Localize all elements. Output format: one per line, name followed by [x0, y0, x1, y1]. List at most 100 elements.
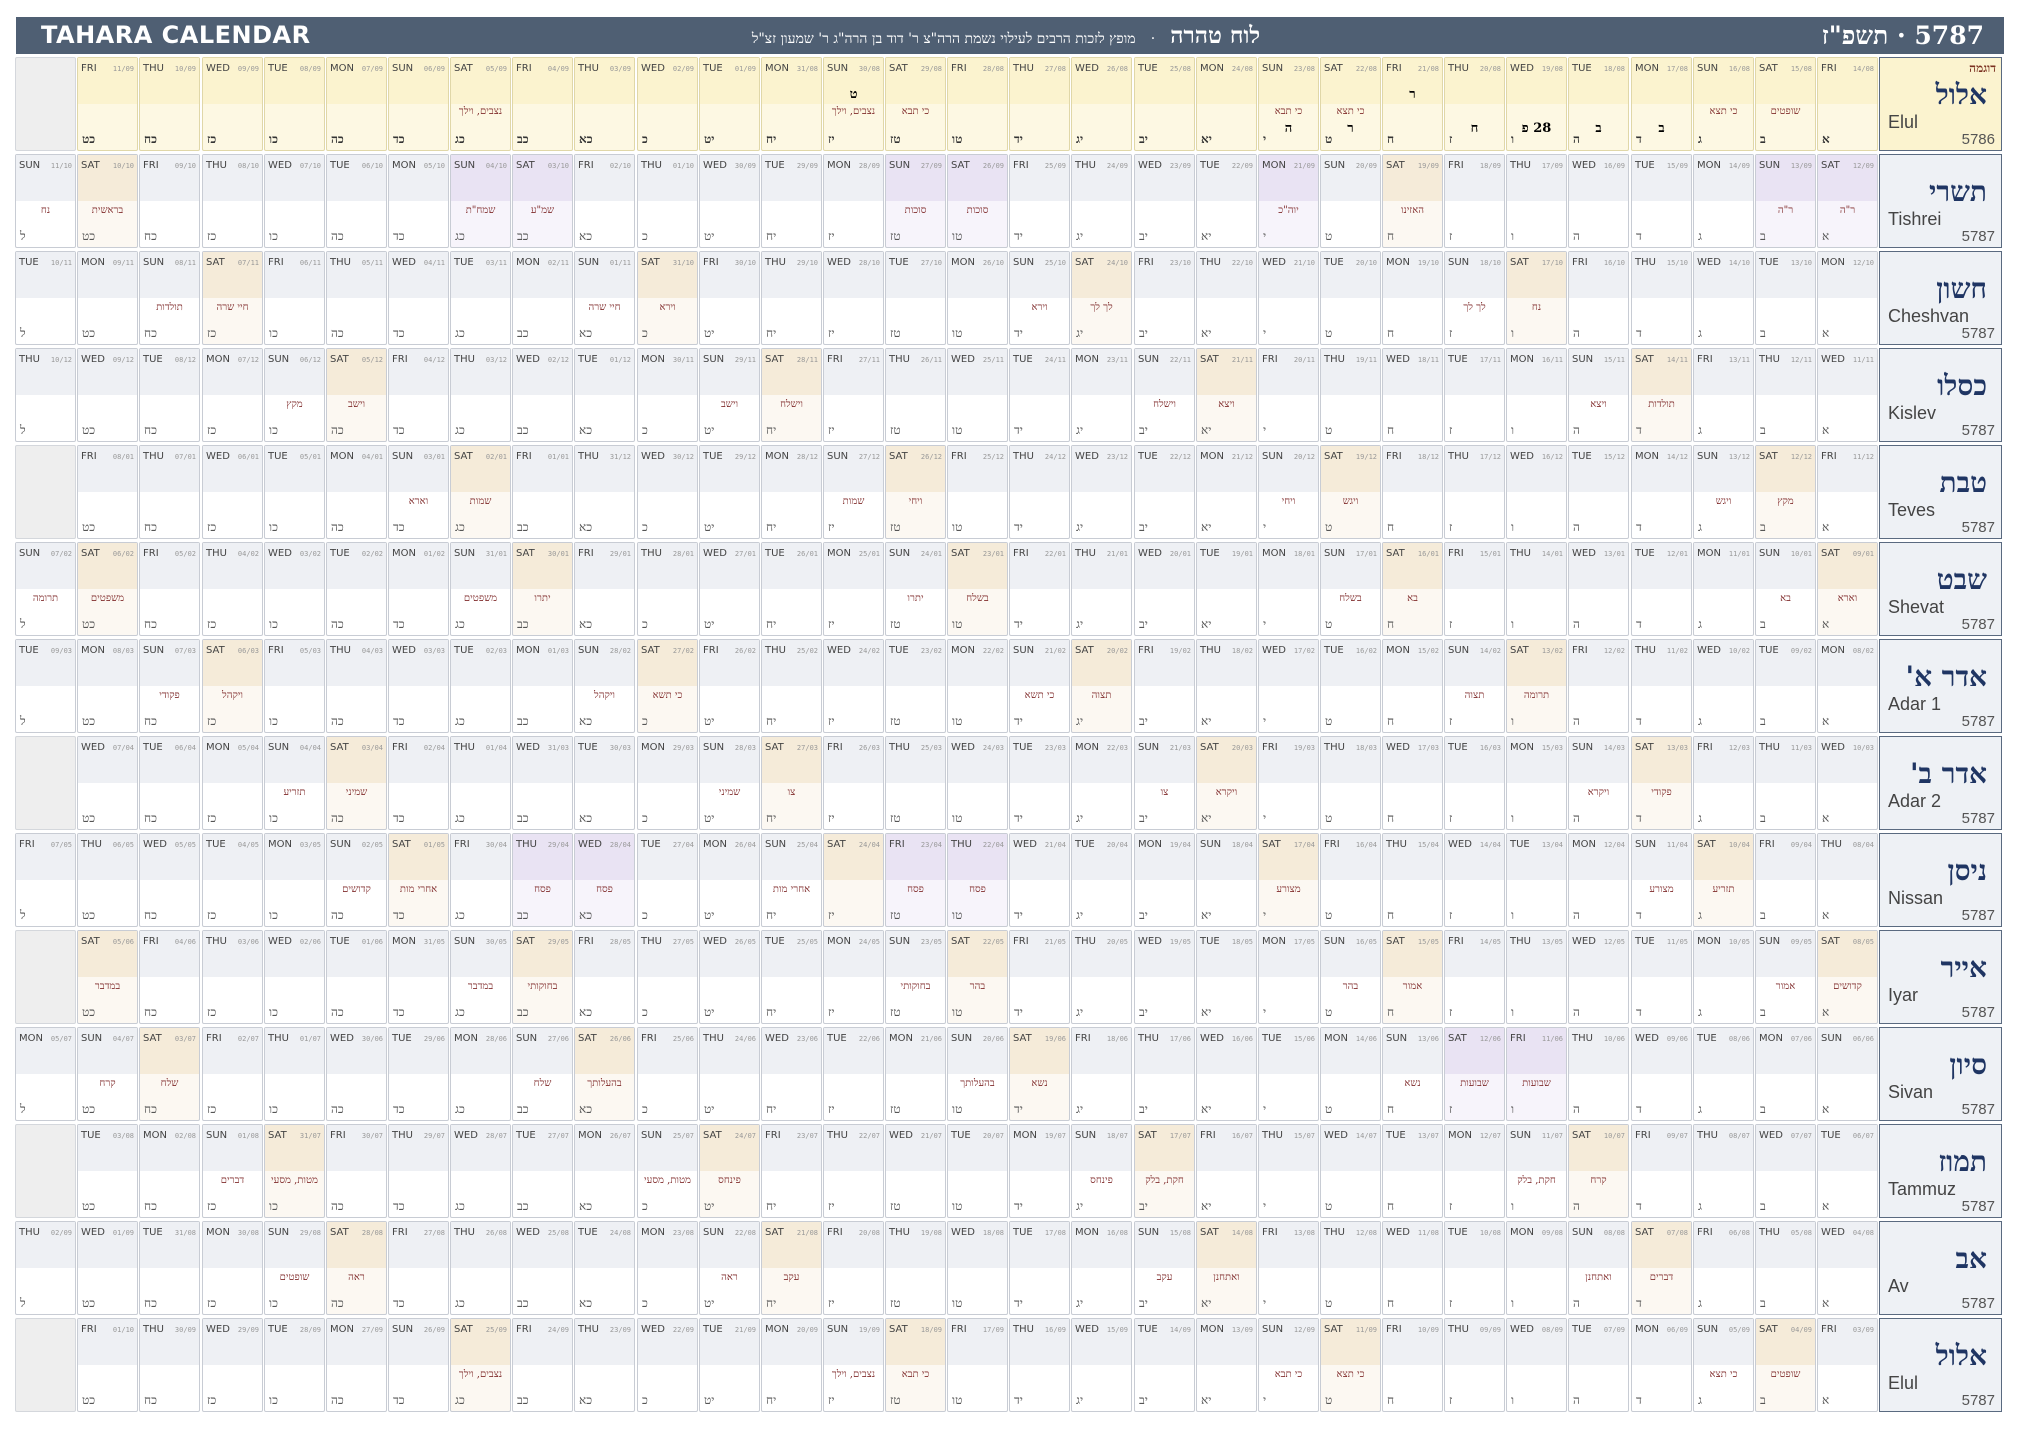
day-cell[interactable]: THU 24/06 יט: [699, 1027, 760, 1121]
day-cell[interactable]: SUN 16/08 כי תצא ג: [1693, 57, 1754, 151]
day-cell[interactable]: SAT 06/02 משפטים כט: [77, 542, 138, 636]
day-cell[interactable]: MON 30/11 כ: [637, 348, 698, 442]
day-cell[interactable]: TUE 20/07 טו: [947, 1124, 1008, 1218]
day-cell[interactable]: SUN 20/06 בהעלותך טו: [947, 1027, 1008, 1121]
day-cell[interactable]: MON 08/02 א: [1817, 639, 1878, 733]
day-cell[interactable]: SUN 11/10 נח ל: [15, 154, 76, 248]
day-cell[interactable]: SAT 22/05 בהר טו: [947, 930, 1008, 1024]
day-cell[interactable]: THU 20/05 יג: [1071, 930, 1132, 1024]
day-cell[interactable]: SUN 20/09 ט: [1320, 154, 1381, 248]
day-cell[interactable]: TUE 15/12 ה: [1568, 445, 1629, 539]
day-cell[interactable]: SAT 12/12 מקץ ב: [1755, 445, 1816, 539]
day-cell[interactable]: TUE 15/09 ד: [1631, 154, 1692, 248]
day-cell[interactable]: WED 17/02 י: [1258, 639, 1319, 733]
day-cell[interactable]: WED 26/05 יט: [699, 930, 760, 1024]
day-cell[interactable]: THU 10/09 כח: [139, 57, 200, 151]
day-cell[interactable]: WED 24/03 טו: [947, 736, 1008, 830]
day-cell[interactable]: SAT 05/06 במדבר כט: [77, 930, 138, 1024]
day-cell[interactable]: WED 09/06 ד: [1631, 1027, 1692, 1121]
day-cell[interactable]: FRI 21/08 ר ח: [1382, 57, 1443, 151]
day-cell[interactable]: TUE 19/01 יא: [1196, 542, 1257, 636]
day-cell[interactable]: SUN 27/12 שמות יז: [823, 445, 884, 539]
day-cell[interactable]: THU 31/12 כא: [574, 445, 635, 539]
day-cell[interactable]: FRI 17/09 טו: [947, 1318, 1008, 1412]
day-cell[interactable]: WED 25/11 טו: [947, 348, 1008, 442]
day-cell[interactable]: WED 07/07 ב: [1755, 1124, 1816, 1218]
day-cell[interactable]: SAT 04/09 שופטים ב: [1755, 1318, 1816, 1412]
day-cell[interactable]: SUN 17/01 בשלח ט: [1320, 542, 1381, 636]
day-cell[interactable]: FRI 24/09 כב: [512, 1318, 573, 1412]
day-cell[interactable]: SUN 27/06 שלח כב: [512, 1027, 573, 1121]
day-cell[interactable]: MON 21/12 יא: [1196, 445, 1257, 539]
day-cell[interactable]: SUN 05/09 כי תצא ג: [1693, 1318, 1754, 1412]
day-cell[interactable]: FRI 09/07 ד: [1631, 1124, 1692, 1218]
day-cell[interactable]: WED 28/07 כג: [450, 1124, 511, 1218]
day-cell[interactable]: TUE 22/06 יז: [823, 1027, 884, 1121]
day-cell[interactable]: FRI 19/03 י: [1258, 736, 1319, 830]
day-cell[interactable]: WED 08/09 ו: [1506, 1318, 1567, 1412]
day-cell[interactable]: WED 14/07 ט: [1320, 1124, 1381, 1218]
day-cell[interactable]: THU 05/11 כה: [326, 251, 387, 345]
day-cell[interactable]: WED 25/08 כב: [512, 1221, 573, 1315]
day-cell[interactable]: WED 04/08 א: [1817, 1221, 1878, 1315]
day-cell[interactable]: SUN 25/10 וירא יד: [1009, 251, 1070, 345]
day-cell[interactable]: SAT 05/09 נצבים, וילך כג: [450, 57, 511, 151]
day-cell[interactable]: SAT 29/08 כי תבא טז: [885, 57, 946, 151]
day-cell[interactable]: THU 03/12 כג: [450, 348, 511, 442]
day-cell[interactable]: TUE 21/09 יט: [699, 1318, 760, 1412]
day-cell[interactable]: SAT 24/10 לך לך יג: [1071, 251, 1132, 345]
day-cell[interactable]: TUE 15/06 י: [1258, 1027, 1319, 1121]
day-cell[interactable]: MON 16/08 יג: [1071, 1221, 1132, 1315]
day-cell[interactable]: SUN 08/11 תולדות כח: [139, 251, 200, 345]
day-cell[interactable]: MON 18/01 י: [1258, 542, 1319, 636]
day-cell[interactable]: WED 16/06 יא: [1196, 1027, 1257, 1121]
day-cell[interactable]: THU 29/04 פסח כב: [512, 833, 573, 927]
day-cell[interactable]: MON 24/05 יז: [823, 930, 884, 1024]
day-cell[interactable]: FRI 27/08 כד: [388, 1221, 449, 1315]
day-cell[interactable]: FRI 13/08 י: [1258, 1221, 1319, 1315]
day-cell[interactable]: MON 23/08 כ: [637, 1221, 698, 1315]
day-cell[interactable]: SUN 18/10 לך לך ז: [1444, 251, 1505, 345]
day-cell[interactable]: TUE 06/07 א: [1817, 1124, 1878, 1218]
day-cell[interactable]: FRI 25/09 יד: [1009, 154, 1070, 248]
day-cell[interactable]: SUN 21/02 כי תשא יד: [1009, 639, 1070, 733]
day-cell[interactable]: WED 18/08 טו: [947, 1221, 1008, 1315]
day-cell[interactable]: FRI 09/10 כח: [139, 154, 200, 248]
day-cell[interactable]: THU 04/02 כז: [202, 542, 263, 636]
day-cell[interactable]: SAT 10/07 קרח ה: [1568, 1124, 1629, 1218]
day-cell[interactable]: TUE 03/11 כג: [450, 251, 511, 345]
day-cell[interactable]: TUE 29/09 יח: [761, 154, 822, 248]
day-cell[interactable]: THU 07/01 כח: [139, 445, 200, 539]
day-cell[interactable]: WED 05/05 כח: [139, 833, 200, 927]
day-cell[interactable]: TUE 25/05 יח: [761, 930, 822, 1024]
day-cell[interactable]: MON 12/04 ה: [1568, 833, 1629, 927]
day-cell[interactable]: THU 11/03 ב: [1755, 736, 1816, 830]
day-cell[interactable]: MON 28/12 יח: [761, 445, 822, 539]
day-cell[interactable]: SUN 07/03 פקודי כח: [139, 639, 200, 733]
day-cell[interactable]: WED 17/03 ח: [1382, 736, 1443, 830]
day-cell[interactable]: THU 30/09 כח: [139, 1318, 200, 1412]
day-cell[interactable]: SUN 10/01 בא ב: [1755, 542, 1816, 636]
day-cell[interactable]: WED 16/09 ה: [1568, 154, 1629, 248]
day-cell[interactable]: WED 04/11 כד: [388, 251, 449, 345]
day-cell[interactable]: TUE 24/08 כא: [574, 1221, 635, 1315]
day-cell[interactable]: THU 22/10 יא: [1196, 251, 1257, 345]
day-cell[interactable]: SAT 15/05 אמור ח: [1382, 930, 1443, 1024]
day-cell[interactable]: TUE 08/09 כו: [264, 57, 325, 151]
day-cell[interactable]: THU 10/12 ל: [15, 348, 76, 442]
day-cell[interactable]: THU 25/03 טז: [885, 736, 946, 830]
day-cell[interactable]: SAT 20/03 ויקרא יא: [1196, 736, 1257, 830]
day-cell[interactable]: SAT 27/03 צו יח: [761, 736, 822, 830]
day-cell[interactable]: SAT 12/09 ר"ה א: [1817, 154, 1878, 248]
day-cell[interactable]: TUE 06/04 כח: [139, 736, 200, 830]
day-cell[interactable]: WED 02/06 כו: [264, 930, 325, 1024]
day-cell[interactable]: FRI 05/02 כח: [139, 542, 200, 636]
day-cell[interactable]: SAT 09/01 וארא א: [1817, 542, 1878, 636]
day-cell[interactable]: SAT 06/03 ויקהל כז: [202, 639, 263, 733]
day-cell[interactable]: TUE 25/08 יב: [1134, 57, 1195, 151]
day-cell[interactable]: SUN 06/09 כד: [388, 57, 449, 151]
day-cell[interactable]: THU 05/08 ב: [1755, 1221, 1816, 1315]
day-cell[interactable]: FRI 04/09 כב: [512, 57, 573, 151]
day-cell[interactable]: SUN 04/10 שמח"ת כג: [450, 154, 511, 248]
day-cell[interactable]: SAT 13/03 פקודי ד: [1631, 736, 1692, 830]
